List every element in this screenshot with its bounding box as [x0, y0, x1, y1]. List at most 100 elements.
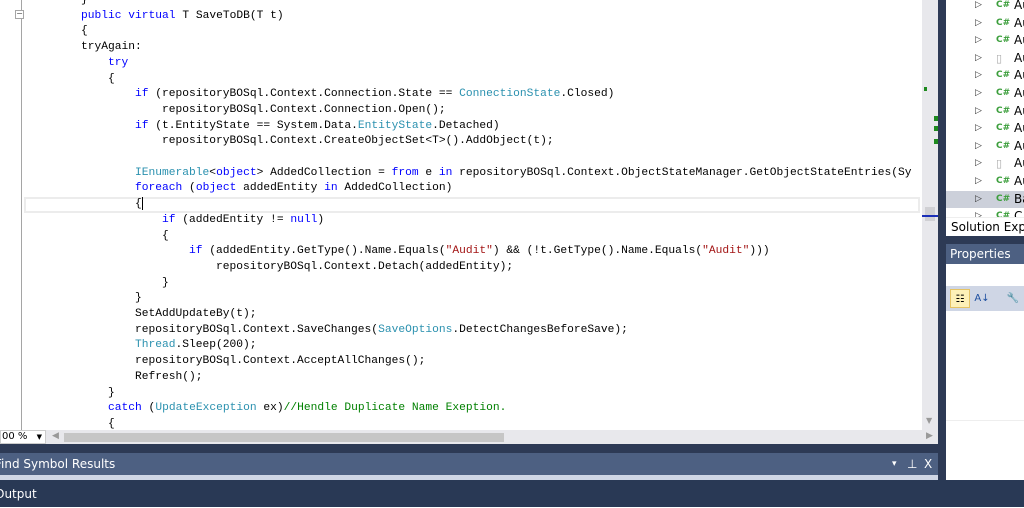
zoom-value: 00 %: [2, 431, 28, 442]
expand-arrow-icon[interactable]: ▷: [975, 191, 982, 208]
code-line[interactable]: repositoryBOSql.Context.Connection.Open(…: [24, 103, 446, 119]
solution-explorer-item[interactable]: ▷ C#Au: [946, 103, 1024, 121]
code-line[interactable]: catch (UpdateException ex)//Hendle Dupli…: [24, 401, 506, 417]
solution-explorer-item[interactable]: ▷ C#Au: [946, 67, 1024, 85]
solution-explorer-tab[interactable]: Solution Explorer: [946, 217, 1024, 236]
item-label: Ba: [1014, 191, 1024, 206]
code-token: try: [108, 56, 129, 69]
code-line[interactable]: if (addedEntity != null): [24, 213, 324, 229]
dropdown-icon[interactable]: ▾: [892, 453, 897, 475]
code-line[interactable]: }: [24, 276, 169, 292]
code-line[interactable]: IEnumerable<object> AddedCollection = fr…: [24, 166, 911, 182]
code-line[interactable]: repositoryBOSql.Context.SaveChanges(Save…: [24, 323, 628, 339]
solution-explorer-item[interactable]: ▷ C#Au: [946, 32, 1024, 50]
code-line[interactable]: tryAgain:: [24, 40, 142, 56]
code-token: in: [438, 166, 453, 179]
code-token: (t.EntityState == System.Data.: [148, 119, 358, 132]
code-line[interactable]: Thread.Sleep(200);: [24, 338, 257, 354]
code-line[interactable]: foreach (object addedEntity in AddedColl…: [24, 181, 452, 197]
panel-splitter[interactable]: [0, 444, 946, 453]
expand-arrow-icon[interactable]: ▷: [975, 67, 982, 84]
wrench-icon[interactable]: 🔧: [1003, 289, 1023, 308]
code-line[interactable]: Refresh();: [24, 370, 203, 386]
collapse-toggle-icon[interactable]: −: [15, 10, 24, 19]
code-token: SetAddUpdateBy(t);: [24, 308, 257, 320]
code-token: //Hendle Duplicate Name Exeption.: [283, 402, 507, 415]
expand-arrow-icon[interactable]: ▷: [975, 15, 982, 32]
solution-explorer-item[interactable]: ▷ C#Au: [946, 138, 1024, 156]
code-token: catch: [108, 402, 142, 415]
close-icon[interactable]: X: [924, 453, 932, 475]
scroll-down-icon[interactable]: ▼: [926, 416, 932, 425]
code-line[interactable]: }: [24, 0, 88, 9]
solution-explorer-item[interactable]: ▷ C#Au: [946, 15, 1024, 33]
code-line[interactable]: repositoryBOSql.Context.CreateObjectSet<…: [24, 134, 554, 150]
expand-arrow-icon[interactable]: ▷: [975, 85, 982, 102]
code-token: SaveOptions: [378, 323, 453, 336]
code-line[interactable]: {: [24, 24, 88, 40]
categorized-icon[interactable]: ☷: [950, 289, 970, 308]
item-label: Au: [1014, 68, 1024, 83]
zoom-combo[interactable]: 00 % ▼: [0, 430, 46, 444]
code-line[interactable]: repositoryBOSql.Context.AcceptAllChanges…: [24, 354, 425, 370]
scroll-right-icon[interactable]: ▶: [926, 431, 933, 441]
solution-explorer-tree[interactable]: ▷C#Au▷C#Au▷C#Au▷▯Au▷C#Au▷C#Au▷C#Au▷C#Au▷…: [946, 0, 1024, 217]
code-line[interactable]: public virtual T SaveToDB(T t): [24, 9, 284, 25]
code-line[interactable]: }: [24, 386, 115, 402]
panel-splitter[interactable]: [938, 0, 946, 480]
code-line[interactable]: try: [24, 56, 128, 72]
pin-icon[interactable]: ⊥: [907, 453, 917, 475]
solution-explorer-item[interactable]: ▷ C# C: [946, 208, 1024, 217]
solution-explorer-item[interactable]: ▷ C#Au: [946, 173, 1024, 191]
expand-arrow-icon[interactable]: ▷: [975, 120, 982, 137]
code-token: {: [162, 229, 169, 242]
code-line[interactable]: if (addedEntity.GetType().Name.Equals("A…: [24, 244, 770, 260]
expand-arrow-icon[interactable]: ▷: [975, 208, 982, 217]
code-line[interactable]: {: [24, 417, 115, 430]
expand-arrow-icon[interactable]: ▷: [975, 173, 982, 190]
csharp-file-icon: C#: [996, 211, 1011, 217]
panel-splitter[interactable]: [946, 236, 1024, 244]
solution-explorer-item[interactable]: ▷ ▯ Au: [946, 50, 1024, 68]
horizontal-scroll-thumb[interactable]: [64, 433, 504, 442]
expand-arrow-icon[interactable]: ▷: [975, 103, 982, 120]
code-line[interactable]: SetAddUpdateBy(t);: [24, 307, 257, 323]
item-label: Au: [1014, 156, 1024, 171]
solution-explorer-item[interactable]: ▷ C#Ba: [946, 190, 1024, 209]
code-token: e: [418, 166, 439, 179]
code-line[interactable]: if (t.EntityState == System.Data.EntityS…: [24, 119, 500, 135]
item-label: Au: [1014, 138, 1024, 153]
solution-explorer-item[interactable]: ▷ C#Au: [946, 85, 1024, 103]
expand-arrow-icon[interactable]: ▷: [975, 155, 982, 172]
scroll-left-icon[interactable]: ◀: [52, 431, 59, 441]
solution-explorer-item[interactable]: ▷ C#Au: [946, 120, 1024, 138]
code-line[interactable]: {: [24, 72, 115, 88]
code-editor[interactable]: } public virtual T SaveToDB(T t) { tryAg…: [24, 0, 922, 430]
csharp-file-icon: C#: [996, 0, 1011, 10]
code-token: }: [135, 292, 142, 305]
code-line[interactable]: }: [24, 291, 142, 307]
solution-explorer-item[interactable]: ▷ ▯ Au: [946, 155, 1024, 173]
code-line[interactable]: if (repositoryBOSql.Context.Connection.S…: [24, 87, 614, 103]
solution-explorer-item[interactable]: ▷ C#Au: [946, 0, 1024, 15]
chevron-down-icon: ▼: [36, 433, 42, 441]
code-token: .Closed): [560, 88, 615, 101]
vertical-scroll-thumb[interactable]: [925, 207, 935, 221]
expand-arrow-icon[interactable]: ▷: [975, 0, 982, 14]
expand-arrow-icon[interactable]: ▷: [975, 138, 982, 155]
code-token: .DetectChangesBeforeSave);: [452, 323, 628, 336]
code-token: tryAgain:: [81, 41, 142, 54]
code-line[interactable]: {: [24, 229, 169, 245]
code-token: {: [135, 198, 142, 211]
expand-arrow-icon[interactable]: ▷: [975, 50, 982, 67]
expand-arrow-icon[interactable]: ▷: [975, 32, 982, 49]
code-line[interactable]: {: [24, 197, 142, 213]
code-line[interactable]: repositoryBOSql.Context.Detach(addedEnti…: [24, 260, 513, 276]
text-caret: [142, 197, 143, 210]
code-token: virtual: [128, 9, 176, 22]
divider: [946, 420, 1024, 421]
output-tab[interactable]: Output: [0, 480, 1024, 507]
sort-alphabetical-icon[interactable]: A↓: [972, 289, 992, 308]
